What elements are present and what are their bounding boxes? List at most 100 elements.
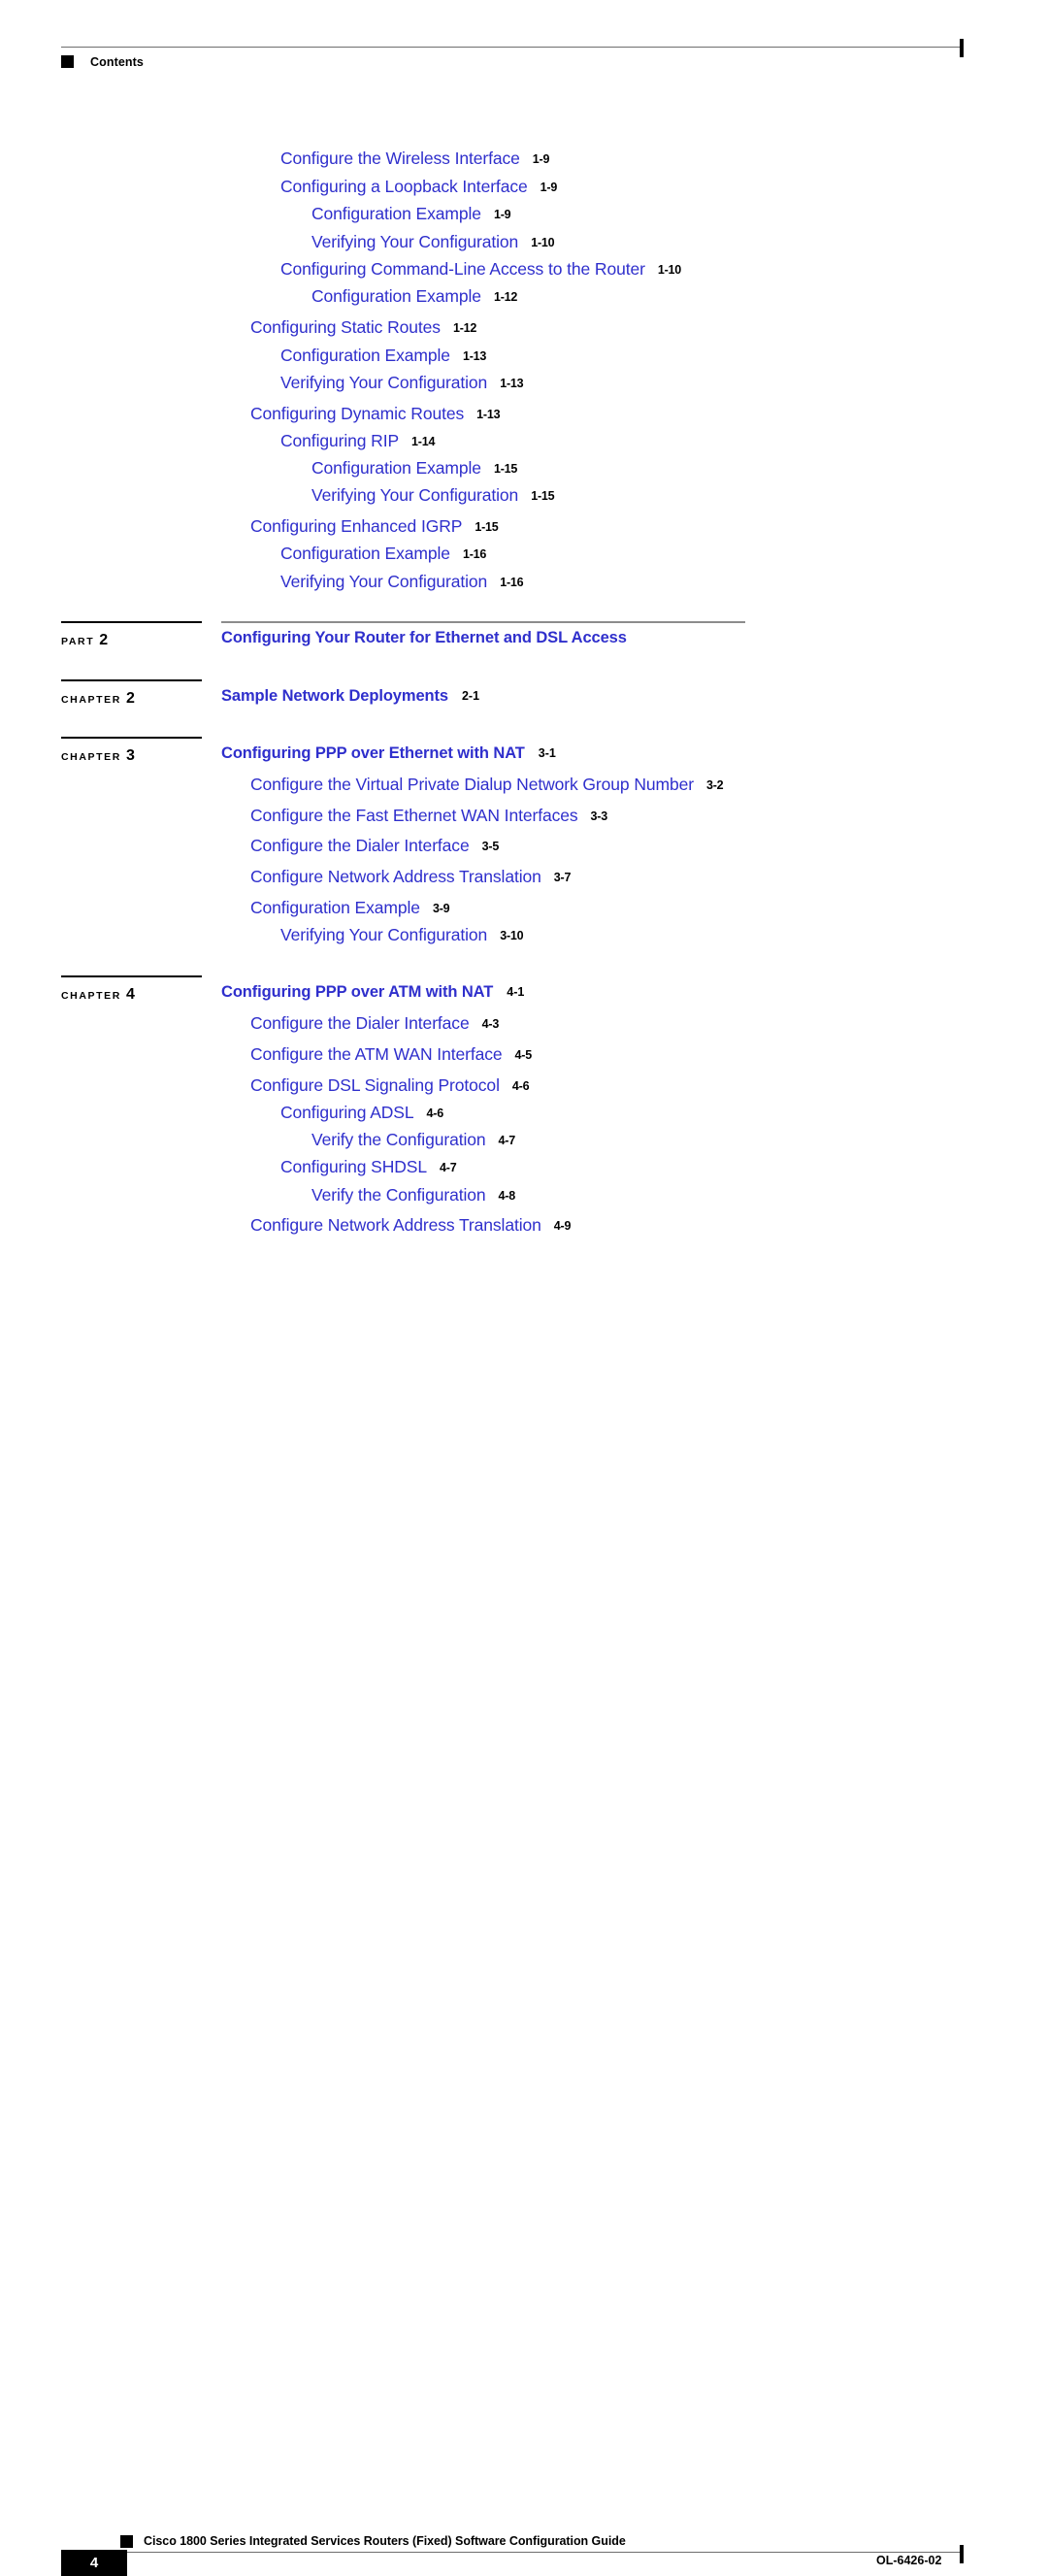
- toc-entry-page: 3-9: [432, 902, 450, 915]
- toc-entry[interactable]: Configure the Dialer Interface 4-3: [250, 1014, 499, 1033]
- toc-entry[interactable]: Configure the Dialer Interface 3-5: [250, 836, 500, 855]
- toc-entry[interactable]: Configure the Wireless Interface 1-9: [280, 149, 550, 168]
- toc-entry[interactable]: Configuration Example 1-16: [280, 545, 486, 563]
- section-heading[interactable]: Configuring PPP over ATM with NAT 4-1: [221, 983, 524, 1002]
- section-heading-label: Configuring PPP over ATM with NAT: [221, 983, 494, 1001]
- toc-entry-page: 1-9: [493, 208, 511, 221]
- toc-entry[interactable]: Configure Network Address Translation 3-7: [250, 868, 572, 886]
- toc-entry-page: 4-6: [426, 1106, 444, 1120]
- section-number: 2: [99, 632, 109, 648]
- toc-entry-page: 4-5: [514, 1048, 533, 1062]
- toc-entry[interactable]: Verify the Configuration 4-7: [311, 1131, 516, 1149]
- section-label: CHAPTER 3: [61, 747, 135, 765]
- toc-entry-label: Configuration Example: [311, 204, 481, 223]
- toc-entry[interactable]: Configuration Example 1-13: [280, 347, 486, 365]
- section-kind: CHAPTER: [61, 990, 121, 1002]
- toc-entry-label: Configure the Dialer Interface: [250, 836, 470, 855]
- toc-entry[interactable]: Configuration Example 1-9: [311, 204, 511, 223]
- toc-entry[interactable]: Configuring Static Routes 1-12: [250, 317, 477, 337]
- black-square-icon: [61, 55, 74, 68]
- toc-entry-label: Configure the Fast Ethernet WAN Interfac…: [250, 806, 578, 825]
- toc-entry-page: 3-7: [553, 871, 572, 884]
- section-number: 3: [125, 747, 135, 764]
- toc-entry[interactable]: Configure the Fast Ethernet WAN Interfac…: [250, 806, 607, 825]
- toc-entry-page: 1-9: [532, 152, 550, 166]
- toc-entry[interactable]: Verifying Your Configuration 1-16: [280, 572, 524, 591]
- toc-entry-page: 1-12: [493, 290, 518, 304]
- toc-entry-page: 4-7: [498, 1134, 516, 1147]
- toc-entry-label: Configure Network Address Translation: [250, 1215, 541, 1235]
- toc-entry-page: 4-6: [511, 1079, 530, 1093]
- toc-entry-page: 1-16: [500, 576, 524, 589]
- toc-entry[interactable]: Configure the ATM WAN Interface 4-5: [250, 1044, 533, 1064]
- toc-entry-label: Configuration Example: [311, 286, 481, 306]
- toc-entry-page: 3-2: [705, 778, 724, 792]
- toc-entry-label: Configure the ATM WAN Interface: [250, 1044, 503, 1064]
- section-kind: CHAPTER: [61, 751, 121, 763]
- section-rule-left: [61, 975, 202, 977]
- toc-entry-label: Configure DSL Signaling Protocol: [250, 1075, 500, 1095]
- toc-entry-label: Configuration Example: [250, 898, 420, 917]
- section-rule-right: [221, 621, 745, 623]
- toc-entry-page: 3-10: [500, 929, 524, 942]
- section-heading-label: Configuring Your Router for Ethernet and…: [221, 629, 627, 646]
- section-heading[interactable]: Configuring Your Router for Ethernet and…: [221, 629, 627, 647]
- toc-entry-label: Configuring Static Routes: [250, 317, 441, 337]
- section-rule-left: [61, 737, 202, 739]
- toc-entry[interactable]: Configure DSL Signaling Protocol 4-6: [250, 1075, 530, 1095]
- toc-entry-page: 3-5: [481, 840, 500, 853]
- header-edge-tick: [960, 39, 964, 57]
- toc-entry[interactable]: Verifying Your Configuration 1-15: [311, 485, 555, 505]
- toc-entry-label: Configuring Command-Line Access to the R…: [280, 259, 645, 279]
- section-kind: CHAPTER: [61, 694, 121, 706]
- toc-entry-label: Configuring SHDSL: [280, 1157, 428, 1176]
- toc-entry-page: 1-15: [493, 462, 518, 476]
- toc-entry[interactable]: Configuring Enhanced IGRP 1-15: [250, 516, 499, 536]
- header-rule: [61, 47, 961, 48]
- toc-entry-page: 1-13: [500, 377, 524, 390]
- toc-entry[interactable]: Configuring Command-Line Access to the R…: [280, 259, 681, 279]
- black-square-icon: [120, 2535, 133, 2548]
- footer-rule: [127, 2552, 961, 2553]
- toc-entry[interactable]: Verifying Your Configuration 1-13: [280, 373, 524, 392]
- toc-entry[interactable]: Configuration Example 1-15: [311, 459, 518, 478]
- section-rule-left: [61, 621, 202, 623]
- toc-entry-label: Verifying Your Configuration: [280, 572, 488, 591]
- section-heading[interactable]: Configuring PPP over Ethernet with NAT 3-…: [221, 744, 556, 763]
- toc-entry[interactable]: Configure the Virtual Private Dialup Net…: [250, 776, 724, 794]
- toc-entry-label: Verify the Configuration: [311, 1185, 486, 1205]
- toc-entry[interactable]: Configure Network Address Translation 4-9: [250, 1215, 572, 1235]
- toc-entry-label: Configuring Enhanced IGRP: [250, 516, 463, 536]
- section-number: 2: [125, 690, 135, 707]
- toc-entry[interactable]: Configuring RIP 1-14: [280, 431, 435, 450]
- toc-entry-page: 4-7: [440, 1161, 457, 1174]
- header-title: Contents: [90, 55, 144, 69]
- footer-page-number: 4: [89, 2555, 99, 2571]
- section-heading-page: 2-1: [461, 689, 480, 703]
- toc-entry-page: 4-8: [498, 1189, 516, 1203]
- toc-entry[interactable]: Configuring ADSL 4-6: [280, 1104, 444, 1122]
- section-heading-page: 4-1: [507, 985, 525, 999]
- toc-entry-page: 4-9: [553, 1219, 572, 1233]
- section-heading-label: Sample Network Deployments: [221, 687, 448, 705]
- toc-entry-label: Configuration Example: [280, 544, 450, 563]
- toc-entry[interactable]: Verify the Configuration 4-8: [311, 1185, 516, 1205]
- toc-entry[interactable]: Configuring a Loopback Interface 1-9: [280, 178, 557, 196]
- footer-document-title: Cisco 1800 Series Integrated Services Ro…: [144, 2534, 626, 2548]
- section-label: CHAPTER 2: [61, 690, 135, 708]
- toc-entry-label: Configuring RIP: [280, 431, 400, 450]
- toc-entry[interactable]: Verifying Your Configuration 3-10: [280, 926, 524, 944]
- toc-entry-page: 1-15: [531, 489, 555, 503]
- section-heading[interactable]: Sample Network Deployments 2-1: [221, 687, 479, 706]
- toc-entry[interactable]: Configuring Dynamic Routes 1-13: [250, 405, 501, 423]
- toc-entry[interactable]: Configuration Example 3-9: [250, 898, 450, 917]
- toc-entry-page: 1-13: [476, 408, 501, 421]
- toc-entry[interactable]: Configuration Example 1-12: [311, 286, 518, 306]
- section-heading-page: 3-1: [538, 746, 556, 760]
- toc-entry-page: 1-12: [452, 321, 477, 335]
- toc-entry-page: 1-10: [531, 236, 555, 249]
- toc-entry[interactable]: Verifying Your Configuration 1-10: [311, 233, 555, 251]
- toc-entry-label: Verifying Your Configuration: [280, 373, 488, 392]
- toc-entry[interactable]: Configuring SHDSL 4-7: [280, 1157, 457, 1176]
- toc-entry-label: Verifying Your Configuration: [311, 485, 519, 505]
